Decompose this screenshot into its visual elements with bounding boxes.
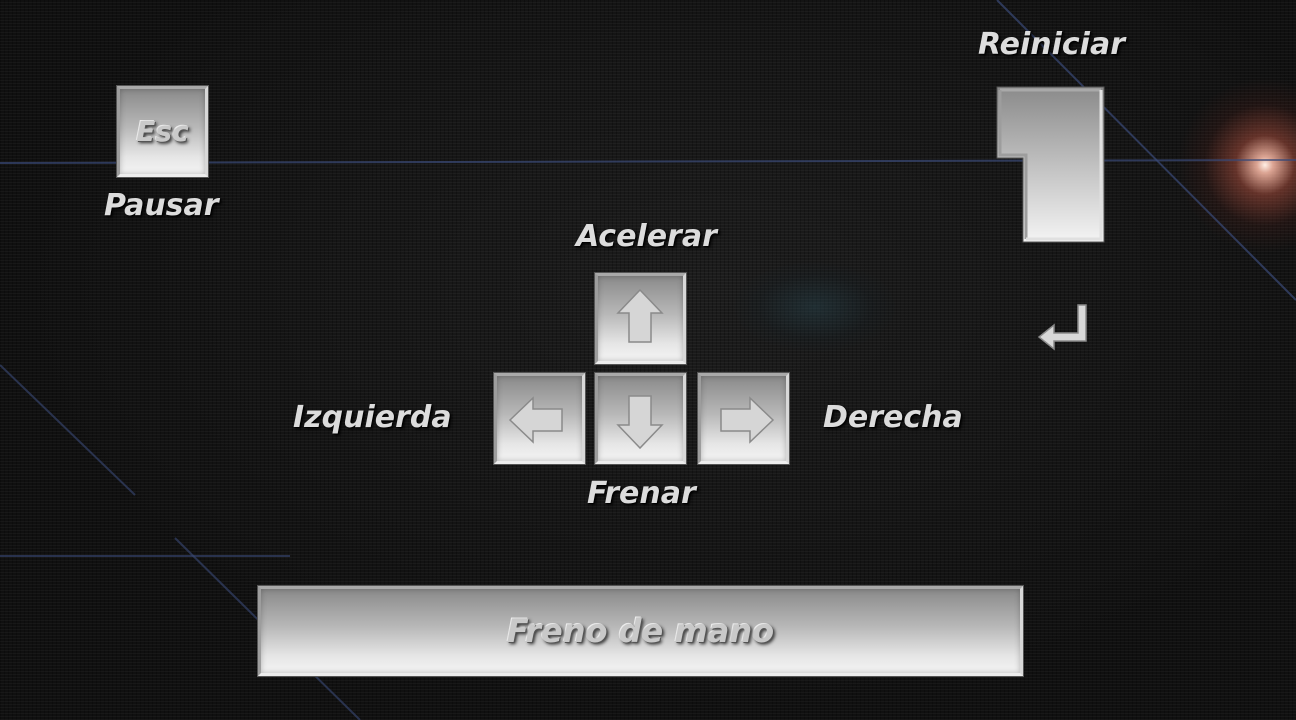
arrow-down-icon (616, 395, 664, 450)
arrow-up-icon (616, 288, 664, 343)
arrow-right-icon (720, 396, 775, 444)
enter-icon (1037, 304, 1087, 351)
right-key[interactable] (698, 373, 789, 464)
left-label: Izquierda (293, 400, 452, 435)
down-key[interactable] (595, 373, 686, 464)
esc-key-label: Esc (136, 115, 189, 148)
handbrake-key-label: Freno de mano (506, 612, 775, 650)
esc-key[interactable]: Esc (117, 86, 208, 177)
enter-key[interactable] (996, 86, 1105, 351)
accelerate-label: Acelerar (576, 219, 717, 254)
up-key[interactable] (595, 273, 686, 364)
restart-label: Reiniciar (978, 27, 1125, 62)
pause-label: Pausar (104, 188, 219, 223)
handbrake-key[interactable]: Freno de mano (258, 586, 1023, 676)
right-label: Derecha (823, 400, 963, 435)
arrow-left-icon (508, 396, 563, 444)
enter-key-shape (996, 86, 1105, 243)
brake-label: Frenar (587, 476, 696, 511)
left-key[interactable] (494, 373, 585, 464)
